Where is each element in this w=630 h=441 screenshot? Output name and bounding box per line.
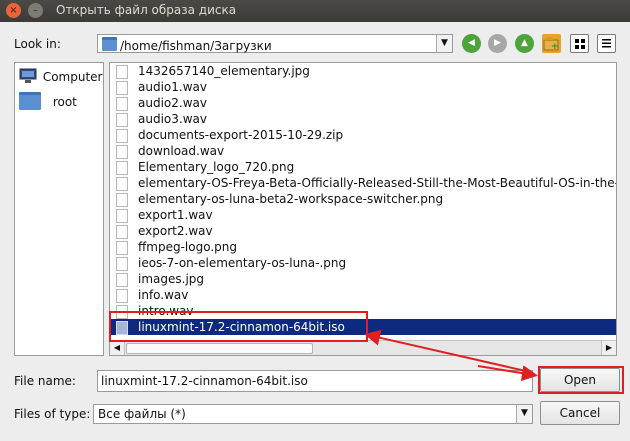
arrow-to-file-icon — [364, 329, 531, 373]
annotation-arrows — [364, 329, 538, 381]
